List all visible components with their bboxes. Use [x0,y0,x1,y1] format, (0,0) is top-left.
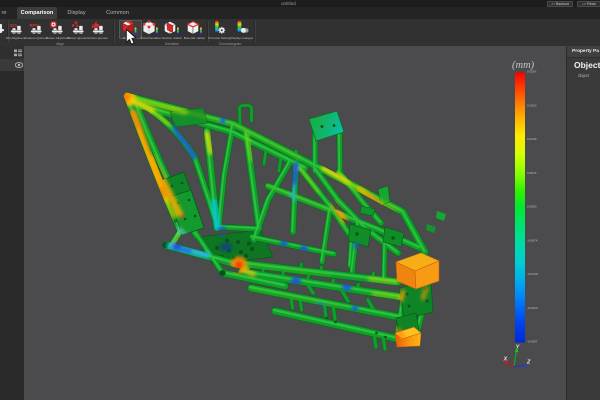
svg-text:-0.0149: -0.0149 [527,272,538,276]
svg-text:Z: Z [526,360,531,366]
svg-text:-0.0074: -0.0074 [527,238,538,242]
svg-text:0.0074: 0.0074 [527,171,537,175]
svg-text:0.0223: 0.0223 [527,104,537,108]
svg-text:-0.0297: -0.0297 [527,340,538,344]
svg-text:0.0000: 0.0000 [527,205,537,209]
svg-text:0.0297: 0.0297 [527,70,537,74]
svg-text:-0.0223: -0.0223 [527,306,538,310]
svg-text:0.0149: 0.0149 [527,137,537,141]
svg-text:X: X [503,357,508,363]
svg-text:Y: Y [516,345,520,351]
